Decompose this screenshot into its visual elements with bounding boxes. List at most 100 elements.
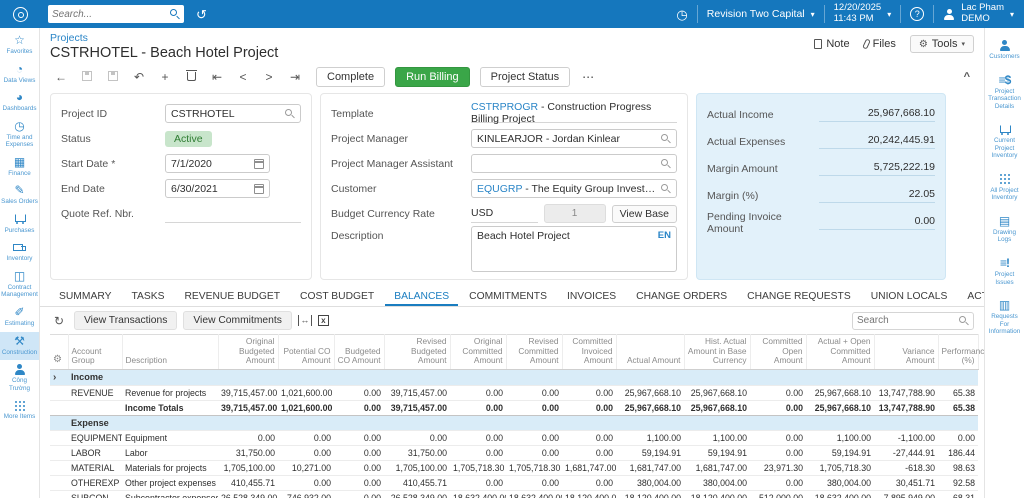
view-transactions-button[interactable]: View Transactions <box>74 311 178 330</box>
col-original-budgeted[interactable]: Original Budgeted Amount <box>218 334 279 370</box>
col-committed-invoiced[interactable]: Committed Invoiced Amount <box>562 334 617 370</box>
calendar-icon[interactable] <box>254 158 264 169</box>
go-previous-button[interactable]: < <box>232 70 254 84</box>
template-link[interactable]: CSTRPROGR <box>471 101 538 113</box>
stopwatch-icon[interactable]: ◷ <box>676 8 687 21</box>
more-actions-button[interactable]: ⋯ <box>582 70 595 84</box>
sidebar-item-construction[interactable]: ⚒ Construction <box>0 331 39 361</box>
tab-cost-budget[interactable]: COST BUDGET <box>291 288 383 306</box>
sidebar-item-contract-management[interactable]: ◫ Contract Management <box>0 267 39 303</box>
description-textarea[interactable]: Beach Hotel Project <box>472 227 676 271</box>
refresh-icon[interactable]: ↻ <box>50 314 68 328</box>
run-billing-button[interactable]: Run Billing <box>395 67 470 87</box>
col-potential-co[interactable]: Potential CO Amount <box>278 334 335 370</box>
sidebar-item-inventory[interactable]: Inventory <box>0 238 39 267</box>
save-close-button[interactable] <box>76 70 98 84</box>
customer-link[interactable]: EQUGRP <box>477 183 522 195</box>
export-excel-icon[interactable]: x <box>317 315 329 326</box>
sidepanel-item-customers[interactable]: Customers <box>985 33 1024 68</box>
sidebar-item-sales-orders[interactable]: ✎ Sales Orders <box>0 181 39 210</box>
datetime[interactable]: 12/20/2025 11:43 PM <box>834 2 882 25</box>
project-manager-field[interactable]: KINLEARJOR - Jordan Kinlear <box>471 129 677 148</box>
lookup-icon[interactable] <box>661 183 671 194</box>
tab-summary[interactable]: SUMMARY <box>50 288 120 306</box>
calendar-icon[interactable] <box>254 183 264 194</box>
sidepanel-item-project-transaction-details[interactable]: ≡$ Project Transaction Details <box>985 68 1024 118</box>
go-last-button[interactable]: ⇥ <box>284 70 306 84</box>
sidepanel-item-current-project-inventory[interactable]: Current Project Inventory <box>985 117 1024 167</box>
group-row-income[interactable]: › Income <box>50 369 978 386</box>
tab-invoices[interactable]: INVOICES <box>558 288 625 306</box>
tab-revenue-budget[interactable]: REVENUE BUDGET <box>175 288 289 306</box>
back-button[interactable]: ← <box>50 70 72 84</box>
cancel-button[interactable]: ↶ <box>128 70 150 84</box>
quote-ref-field[interactable] <box>165 204 301 223</box>
lookup-icon[interactable] <box>661 158 671 169</box>
language-badge[interactable]: EN <box>658 230 671 241</box>
grid-search[interactable] <box>852 311 974 330</box>
view-commitments-button[interactable]: View Commitments <box>183 311 292 330</box>
start-date-field[interactable]: 7/1/2020 <box>165 154 270 173</box>
table-row-subcon[interactable]: SUBCON Subcontractor expenses 26,528,349… <box>50 490 978 498</box>
chevron-down-icon[interactable]: ▾ <box>811 10 815 19</box>
sidebar-item-cong-truong[interactable]: Công Trường <box>0 360 39 396</box>
sidepanel-item-project-issues[interactable]: ≡! Project Issues <box>985 251 1024 293</box>
sidepanel-item-drawing-logs[interactable]: ▤ Drawing Logs <box>985 209 1024 251</box>
note-button[interactable]: Note <box>814 38 850 50</box>
app-logo[interactable] <box>0 6 40 22</box>
project-status-button[interactable]: Project Status <box>479 67 571 87</box>
sidebar-item-more-items[interactable]: More Items <box>0 396 39 425</box>
col-hist-actual[interactable]: Hist. Actual Amount in Base Currency <box>684 334 751 370</box>
complete-button[interactable]: Complete <box>316 67 386 87</box>
customer-field[interactable]: EQUGRP - The Equity Group Investors / Nh… <box>471 179 677 198</box>
tab-tasks[interactable]: TASKS <box>122 288 173 306</box>
col-performance[interactable]: Performance (%) <box>938 334 984 370</box>
tab-balances[interactable]: BALANCES <box>385 288 459 306</box>
table-row-revenue[interactable]: REVENUE Revenue for projects 39,715,457.… <box>50 385 978 401</box>
tenant-name[interactable]: Revision Two Capital <box>707 8 805 20</box>
view-base-button[interactable]: View Base <box>611 204 677 223</box>
grid-settings-header[interactable]: ⚙ <box>50 334 69 370</box>
help-icon[interactable]: ? <box>910 7 925 21</box>
lookup-icon[interactable] <box>661 133 671 144</box>
col-actual-open-committed[interactable]: Actual + Open Committed Amount <box>806 334 875 370</box>
col-original-committed[interactable]: Original Committed Amount <box>450 334 507 370</box>
expand-icon[interactable]: › <box>53 372 56 383</box>
chevron-down-icon[interactable]: ▾ <box>1010 10 1014 19</box>
col-revised-committed[interactable]: Revised Committed Amount <box>506 334 563 370</box>
description-field[interactable]: Beach Hotel Project EN <box>471 226 677 272</box>
tab-commitments[interactable]: COMMITMENTS <box>460 288 556 306</box>
files-button[interactable]: Files <box>861 38 896 50</box>
end-date-field[interactable]: 6/30/2021 <box>165 179 270 198</box>
group-row-expense[interactable]: Expense <box>50 415 978 431</box>
table-row-labor[interactable]: LABOR Labor 31,750.00 0.00 0.00 31,750.0… <box>50 445 978 461</box>
global-search[interactable] <box>48 5 184 23</box>
go-next-button[interactable]: > <box>258 70 280 84</box>
project-manager-assistant-field[interactable] <box>471 154 677 173</box>
sidebar-item-data-views[interactable]: ◔ Data Views <box>0 60 39 89</box>
tab-change-requests[interactable]: CHANGE REQUESTS <box>738 288 860 306</box>
col-actual-amount[interactable]: Actual Amount <box>616 334 685 370</box>
currency-field[interactable]: USD <box>471 204 538 223</box>
table-row-otherexp[interactable]: OTHEREXP Other project expenses 410,455.… <box>50 475 978 491</box>
sidebar-item-time-expenses[interactable]: ◷ Time and Expenses <box>0 117 39 153</box>
sidepanel-item-requests-for-information[interactable]: ▥ Requests For Information <box>985 293 1024 343</box>
tab-union-locals[interactable]: UNION LOCALS <box>862 288 957 306</box>
grid-search-input[interactable] <box>857 315 959 326</box>
col-revised-budgeted[interactable]: Revised Budgeted Amount <box>384 334 451 370</box>
table-row-equipment[interactable]: EQUIPMENT Equipment 0.00 0.00 0.00 0.00 … <box>50 430 978 446</box>
sidebar-item-estimating[interactable]: ✐ Estimating <box>0 303 39 332</box>
col-committed-open[interactable]: Committed Open Amount <box>750 334 807 370</box>
global-search-input[interactable] <box>52 8 170 20</box>
fit-width-icon[interactable]: ↔ <box>297 315 312 326</box>
table-row-material[interactable]: MATERIAL Materials for projects 1,705,10… <box>50 460 978 476</box>
add-new-button[interactable]: + <box>154 70 176 84</box>
template-field[interactable]: CSTRPROGR - Construction Progress Billin… <box>471 101 677 125</box>
delete-button[interactable] <box>180 69 202 84</box>
sidebar-item-dashboards[interactable]: ◕ Dashboards <box>0 88 39 117</box>
sidebar-item-favorites[interactable]: ☆ Favorites <box>0 31 39 60</box>
sidebar-item-purchases[interactable]: Purchases <box>0 210 39 239</box>
collapse-form-button[interactable]: ^ <box>964 71 970 83</box>
tools-button[interactable]: ⚙ Tools ▾ <box>909 35 974 53</box>
col-description[interactable]: Description <box>122 334 219 370</box>
